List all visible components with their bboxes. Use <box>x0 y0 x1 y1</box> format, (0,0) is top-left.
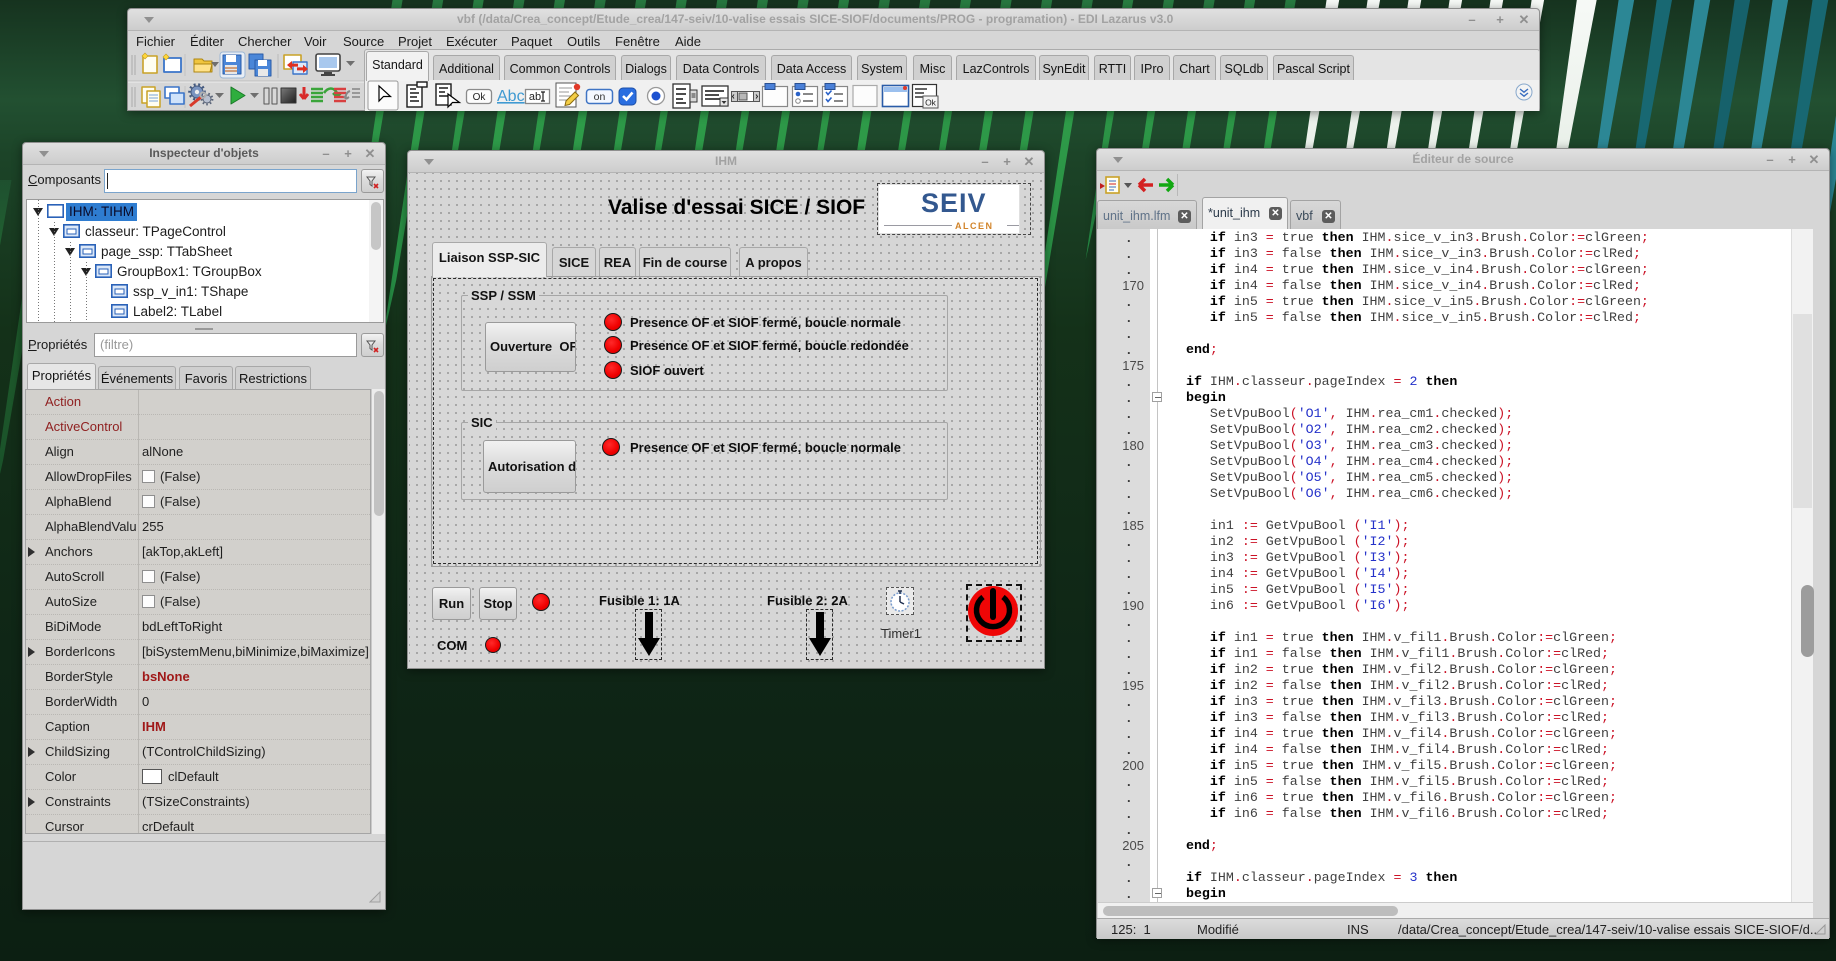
svg-text:Abc: Abc <box>497 88 525 105</box>
svg-text:Ok: Ok <box>925 98 937 108</box>
svg-text:Ok: Ok <box>473 92 487 103</box>
svg-text:ab: ab <box>529 91 541 103</box>
svg-text:on: on <box>594 91 606 103</box>
